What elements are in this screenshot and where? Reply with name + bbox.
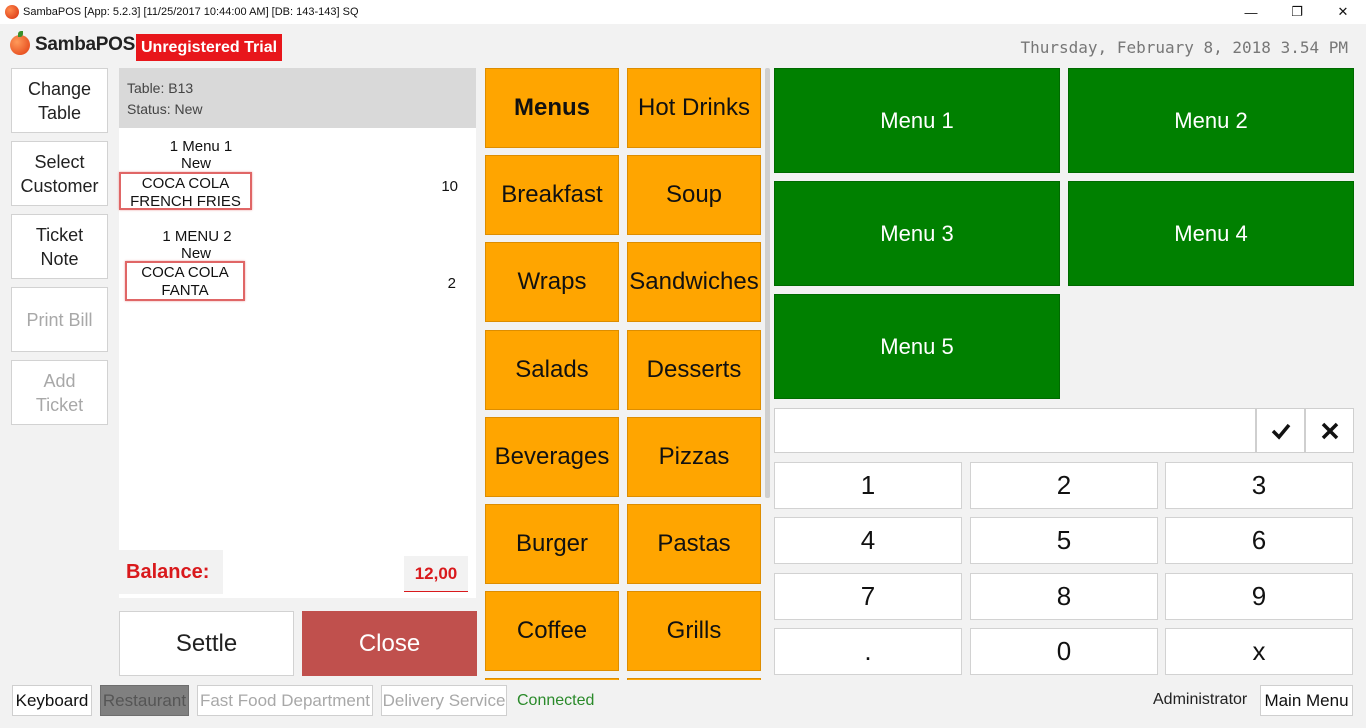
ticket-panel: Table: B13 Status: New 1 Menu 1 New COCA… <box>119 68 476 598</box>
order-item: FRENCH FRIES <box>130 193 241 210</box>
close-icon-svg <box>1321 422 1338 439</box>
checkmark-icon[interactable] <box>1256 408 1305 453</box>
order-name: 1 Menu 1 <box>169 138 233 155</box>
ticket-status: Status: New <box>127 101 203 117</box>
category-salads[interactable]: Salads <box>485 330 619 410</box>
numpad-key-3[interactable]: 3 <box>1165 462 1353 509</box>
add-ticket-button[interactable]: Add Ticket <box>11 360 108 425</box>
numpad-key-4[interactable]: 4 <box>774 517 962 564</box>
department-fast-food[interactable]: Fast Food Department <box>197 685 373 716</box>
minimize-icon[interactable]: — <box>1228 0 1274 24</box>
category-wraps[interactable]: Wraps <box>485 242 619 322</box>
menu-item-menu-2[interactable]: Menu 2 <box>1068 68 1354 173</box>
datetime: Thursday, February 8, 2018 3.54 PM <box>1020 38 1348 57</box>
connection-status: Connected <box>517 692 595 709</box>
category-more[interactable] <box>485 678 619 680</box>
numpad-key-7[interactable]: 7 <box>774 573 962 620</box>
restore-icon[interactable]: ❐ <box>1274 0 1320 24</box>
category-grills[interactable]: Grills <box>627 591 761 671</box>
balance-label: Balance: <box>119 550 223 594</box>
category-coffee[interactable]: Coffee <box>485 591 619 671</box>
order-name: 1 MENU 2 <box>162 228 232 245</box>
category-scrollbar[interactable] <box>765 68 770 498</box>
category-burger[interactable]: Burger <box>485 504 619 584</box>
category-pizzas[interactable]: Pizzas <box>627 417 761 497</box>
numpad-key-9[interactable]: 9 <box>1165 573 1353 620</box>
menu-item-menu-1[interactable]: Menu 1 <box>774 68 1060 173</box>
app-header: SambaPOS Unregistered Trial Thursday, Fe… <box>0 24 1366 66</box>
category-panel: Menus Hot Drinks Breakfast Soup Wraps Sa… <box>485 68 763 680</box>
user-name: Administrator <box>1153 691 1248 708</box>
close-window-icon[interactable]: ✕ <box>1320 0 1366 24</box>
window-title: SambaPOS [App: 5.2.3] [11/25/2017 10:44:… <box>23 6 359 18</box>
trial-badge: Unregistered Trial <box>136 34 283 61</box>
select-customer-button[interactable]: Select Customer <box>11 141 108 206</box>
numpad-key-6[interactable]: 6 <box>1165 517 1353 564</box>
app-icon <box>5 5 19 19</box>
category-beverages[interactable]: Beverages <box>485 417 619 497</box>
main-menu-button[interactable]: Main Menu <box>1260 685 1353 716</box>
print-bill-button[interactable]: Print Bill <box>11 287 108 352</box>
order-price: 2 <box>447 275 456 292</box>
order-items-box: COCA COLA FRENCH FRIES <box>119 172 252 210</box>
numpad-input[interactable] <box>774 408 1256 453</box>
logo-text: SambaPOS <box>35 34 136 55</box>
category-desserts[interactable]: Desserts <box>627 330 761 410</box>
numpad-key-5[interactable]: 5 <box>970 517 1158 564</box>
order-item: COCA COLA <box>141 175 230 192</box>
category-hot-drinks[interactable]: Hot Drinks <box>627 68 761 148</box>
order-items-box: COCA COLA FANTA <box>125 261 245 301</box>
order-line[interactable]: 1 MENU 2 New COCA COLA FANTA 2 <box>119 228 476 303</box>
category-breakfast[interactable]: Breakfast <box>485 155 619 235</box>
department-restaurant[interactable]: Restaurant <box>100 685 189 716</box>
ticket-header: Table: B13 Status: New <box>119 68 476 128</box>
menu-item-menu-4[interactable]: Menu 4 <box>1068 181 1354 286</box>
order-status: New <box>180 155 211 172</box>
numpad-key-dot[interactable]: . <box>774 628 962 675</box>
menu-item-menu-5[interactable]: Menu 5 <box>774 294 1060 399</box>
balance-value: 12,00 <box>404 556 468 592</box>
order-line[interactable]: 1 Menu 1 New COCA COLA FRENCH FRIES 10 <box>119 138 476 213</box>
ticket-note-button[interactable]: Ticket Note <box>11 214 108 279</box>
change-table-button[interactable]: Change Table <box>11 68 108 133</box>
order-item: COCA COLA <box>141 264 229 281</box>
menu-item-menu-3[interactable]: Menu 3 <box>774 181 1060 286</box>
close-ticket-button[interactable]: Close <box>302 611 477 676</box>
keyboard-button[interactable]: Keyboard <box>12 685 92 716</box>
logo: SambaPOS <box>10 31 136 56</box>
numpad-key-1[interactable]: 1 <box>774 462 962 509</box>
numpad-key-x[interactable]: x <box>1165 628 1353 675</box>
category-pastas[interactable]: Pastas <box>627 504 761 584</box>
checkmark-icon-svg <box>1271 423 1290 440</box>
ticket-table: Table: B13 <box>127 80 194 96</box>
window-controls: — ❐ ✕ <box>1228 0 1366 24</box>
window-titlebar: SambaPOS [App: 5.2.3] [11/25/2017 10:44:… <box>0 0 1366 24</box>
numpad-key-2[interactable]: 2 <box>970 462 1158 509</box>
department-delivery[interactable]: Delivery Service <box>381 685 507 716</box>
category-soup[interactable]: Soup <box>627 155 761 235</box>
order-status: New <box>180 245 211 262</box>
category-menus[interactable]: Menus <box>485 68 619 148</box>
numpad-key-0[interactable]: 0 <box>970 628 1158 675</box>
category-more[interactable] <box>627 678 761 680</box>
samba-logo-icon <box>10 31 30 55</box>
category-sandwiches[interactable]: Sandwiches <box>627 242 761 322</box>
order-price: 10 <box>441 178 458 195</box>
close-icon[interactable] <box>1305 408 1354 453</box>
order-item: FANTA <box>161 282 209 299</box>
settle-button[interactable]: Settle <box>119 611 294 676</box>
numpad-key-8[interactable]: 8 <box>970 573 1158 620</box>
